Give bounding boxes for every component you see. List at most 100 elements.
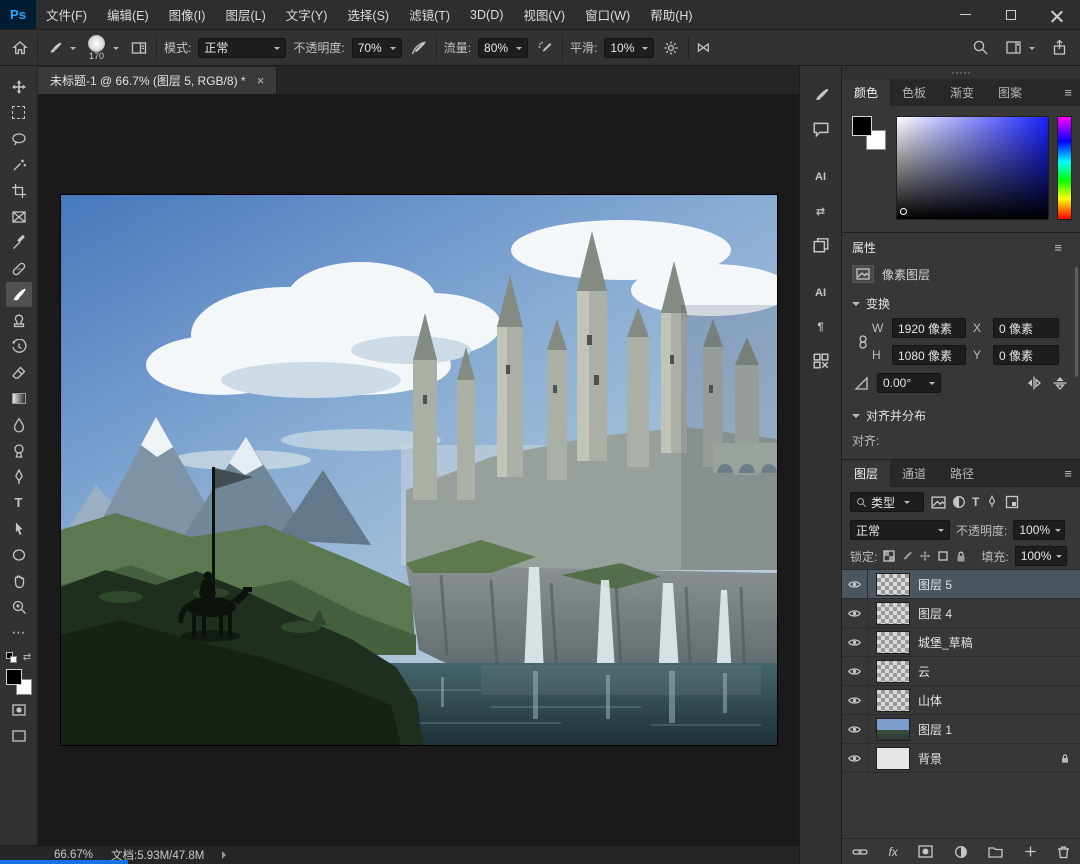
menu-select[interactable]: 选择(S) (337, 0, 399, 29)
tab-color[interactable]: 颜色 (842, 79, 891, 106)
layer-thumbnail[interactable] (876, 630, 910, 654)
width-field[interactable]: 1920 像素 (892, 318, 966, 338)
filter-smart-objects-icon[interactable] (1005, 495, 1019, 509)
visibility-eye-icon[interactable] (842, 599, 868, 627)
paragraph-panel-icon[interactable]: ¶ (806, 312, 836, 342)
smoothing-gear-icon[interactable] (661, 38, 681, 58)
panel-color-swatches[interactable] (852, 116, 888, 152)
blur-tool-icon[interactable] (6, 412, 32, 437)
visibility-eye-icon[interactable] (842, 628, 868, 656)
layer-row[interactable]: 图层 5 (842, 570, 1080, 599)
height-field[interactable]: 1080 像素 (892, 345, 966, 365)
comments-panel-icon[interactable] (806, 114, 836, 144)
close-button[interactable] (1034, 0, 1080, 29)
move-tool-icon[interactable] (6, 74, 32, 99)
opacity-select[interactable]: 70% (351, 37, 402, 58)
crop-tool-icon[interactable] (6, 178, 32, 203)
default-colors-icon[interactable] (5, 652, 17, 663)
filter-pixel-layers-icon[interactable] (931, 495, 946, 509)
brush-settings-dropdown[interactable]: 170 (85, 34, 122, 61)
screen-mode-icon[interactable] (6, 723, 32, 748)
history-brush-tool-icon[interactable] (6, 334, 32, 359)
visibility-eye-icon[interactable] (842, 570, 868, 598)
workspace-switcher-icon[interactable] (1003, 37, 1037, 58)
brush-settings-panel-icon[interactable] (806, 80, 836, 110)
paint-symmetry-icon[interactable]: ⋈ (696, 39, 710, 56)
lock-position-icon[interactable] (919, 550, 931, 562)
quick-mask-icon[interactable] (6, 697, 32, 722)
fill-select[interactable]: 100% (1014, 546, 1067, 566)
link-dimensions-icon[interactable] (854, 318, 872, 365)
layer-row[interactable]: 山体 (842, 686, 1080, 715)
new-group-folder-icon[interactable] (988, 845, 1003, 858)
x-field[interactable]: 0 像素 (993, 318, 1059, 338)
tab-patterns[interactable]: 图案 (986, 79, 1034, 106)
adjustment-layer-icon[interactable] (954, 845, 968, 859)
saturation-brightness-field[interactable] (896, 116, 1049, 220)
status-expand-icon[interactable] (222, 851, 230, 859)
smoothing-select[interactable]: 10% (604, 37, 655, 58)
flip-vertical-icon[interactable] (1052, 375, 1068, 391)
layer-blend-mode-select[interactable]: 正常 (850, 520, 950, 540)
filter-adjustment-layers-icon[interactable] (952, 495, 966, 509)
layer-thumbnail[interactable] (876, 601, 910, 625)
canvas-workspace[interactable] (38, 94, 799, 845)
menu-image[interactable]: 图像(I) (159, 0, 216, 29)
lock-pixels-icon[interactable] (901, 550, 913, 562)
swap-arrows-panel-icon[interactable]: ⇄ (806, 196, 836, 226)
toggle-brush-panel-icon[interactable] (129, 38, 149, 58)
visibility-eye-icon[interactable] (842, 744, 868, 772)
new-layer-icon[interactable] (1024, 845, 1037, 858)
layer-row[interactable]: 城堡_草稿 (842, 628, 1080, 657)
link-layers-icon[interactable] (852, 846, 868, 858)
path-selection-tool-icon[interactable] (6, 516, 32, 541)
maximize-button[interactable] (988, 0, 1034, 29)
layer-thumbnail[interactable] (876, 717, 910, 741)
eyedropper-tool-icon[interactable] (6, 230, 32, 255)
hue-slider[interactable] (1057, 116, 1072, 220)
brush-tool-icon[interactable] (5, 282, 32, 307)
layer-thumbnail[interactable] (876, 659, 910, 683)
pressure-opacity-icon[interactable] (409, 38, 429, 58)
align-section-header[interactable]: 对齐并分布 (842, 399, 1080, 428)
swap-colors-icon[interactable]: ⇄ (23, 652, 31, 663)
layer-row[interactable]: 图层 1 (842, 715, 1080, 744)
foreground-color-swatch[interactable] (852, 116, 872, 136)
dodge-tool-icon[interactable] (6, 438, 32, 463)
layer-thumbnail[interactable] (876, 688, 910, 712)
brush-tool-preset-icon[interactable] (45, 38, 78, 58)
airbrush-icon[interactable] (535, 38, 555, 58)
visibility-eye-icon[interactable] (842, 657, 868, 685)
visibility-eye-icon[interactable] (842, 686, 868, 714)
layer-thumbnail[interactable] (876, 746, 910, 770)
menu-filter[interactable]: 滤镜(T) (399, 0, 460, 29)
marquee-tool-icon[interactable] (6, 100, 32, 125)
share-icon[interactable] (1049, 37, 1070, 58)
foreground-color-swatch[interactable] (5, 669, 22, 685)
gradient-tool-icon[interactable] (6, 386, 32, 411)
menu-layer[interactable]: 图层(L) (215, 0, 275, 29)
panel-scrollbar[interactable] (1075, 267, 1078, 377)
delete-layer-trash-icon[interactable] (1057, 845, 1070, 859)
layer-row[interactable]: 云 (842, 657, 1080, 686)
hand-tool-icon[interactable] (6, 568, 32, 593)
photoshop-logo[interactable]: Ps (0, 0, 36, 29)
layer-filter-select[interactable]: 类型 (850, 492, 924, 512)
lock-transparency-icon[interactable] (883, 550, 895, 562)
home-icon[interactable] (10, 38, 30, 58)
menu-file[interactable]: 文件(F) (36, 0, 97, 29)
pattern-preview-panel-icon[interactable] (806, 346, 836, 376)
menu-view[interactable]: 视图(V) (513, 0, 575, 29)
transform-section-header[interactable]: 变换 (842, 287, 1080, 316)
layer-row[interactable]: 背景 (842, 744, 1080, 773)
y-field[interactable]: 0 像素 (993, 345, 1059, 365)
ai-assistant-panel-icon[interactable]: AI (806, 278, 836, 308)
lock-all-icon[interactable] (955, 550, 967, 563)
tab-paths[interactable]: 路径 (938, 460, 986, 487)
filter-shape-layers-icon[interactable] (985, 495, 999, 509)
document-tab[interactable]: 未标题-1 @ 66.7% (图层 5, RGB/8) * × (38, 67, 277, 94)
panel-menu-icon[interactable]: ≡ (1056, 79, 1080, 106)
lasso-tool-icon[interactable] (6, 126, 32, 151)
add-layer-mask-icon[interactable] (918, 845, 933, 858)
menu-3d[interactable]: 3D(D) (460, 0, 513, 29)
